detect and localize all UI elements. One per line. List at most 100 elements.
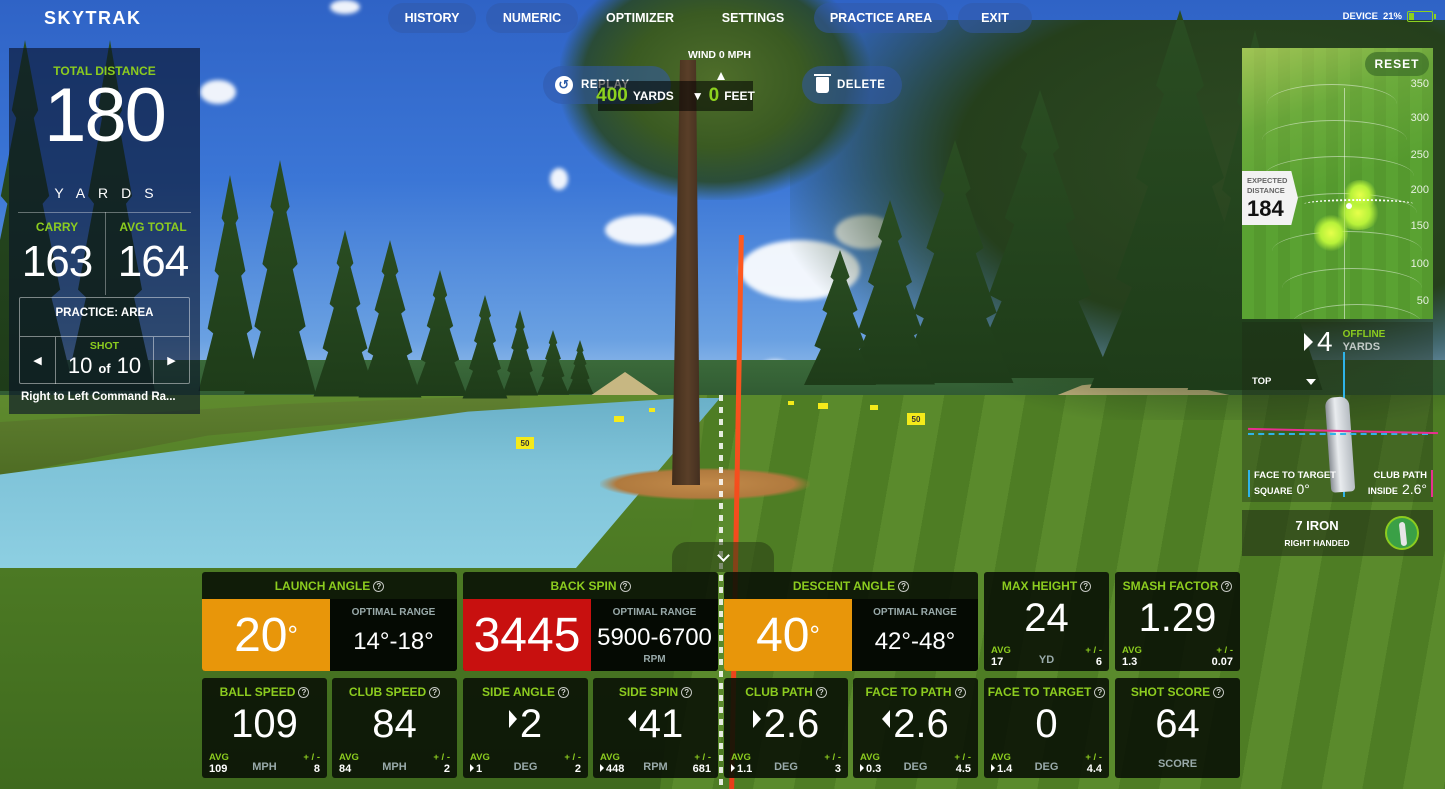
club-path-metric-label: CLUB PATH <box>745 685 813 699</box>
nav-practice-area-button[interactable]: PRACTICE AREA <box>814 3 948 33</box>
max-height-value: 24 <box>1024 596 1069 640</box>
replay-icon: ↺ <box>555 76 573 94</box>
help-icon[interactable]: ? <box>1080 581 1092 592</box>
caret-up-icon <box>717 72 725 80</box>
shot-navigator: ◀ SHOT 10 of 10 ▶ <box>20 336 189 384</box>
help-icon[interactable]: ? <box>373 581 385 592</box>
scale-tick: 300 <box>1410 112 1429 124</box>
nav-settings-button[interactable]: SETTINGS <box>702 3 804 33</box>
side-angle-card: SIDE ANGLE? 2 AVG 1 DEG + / - 2 <box>463 678 588 778</box>
side-spin-value: 41 <box>638 702 684 746</box>
nav-optimizer-button[interactable]: OPTIMIZER <box>588 3 692 33</box>
face-to-target-value: 0° <box>1296 481 1310 497</box>
view-dropdown[interactable]: TOP <box>1252 376 1316 387</box>
help-icon[interactable]: ? <box>1221 581 1233 592</box>
delete-button[interactable]: DELETE <box>802 66 902 104</box>
carry-label: CARRY <box>35 220 79 234</box>
launch-angle-card: LAUNCH ANGLE? 20 ° OPTIMAL RANGE 14°-18° <box>202 572 457 671</box>
plus-minus-label: + / - <box>824 752 841 763</box>
descent-angle-card: DESCENT ANGLE? 40 ° OPTIMAL RANGE 42°-48° <box>724 572 978 671</box>
help-icon[interactable]: ? <box>1213 687 1225 698</box>
elevation-value: 0 <box>708 85 720 106</box>
back-spin-label: BACK SPIN <box>550 579 617 593</box>
optimal-range-label: OPTIMAL RANGE <box>612 607 697 618</box>
nav-history-button[interactable]: HISTORY <box>388 3 476 33</box>
side-angle-label: SIDE ANGLE <box>482 685 555 699</box>
scale-tick: 200 <box>1410 184 1429 196</box>
scale-tick: 350 <box>1410 78 1429 90</box>
shot-score-label: SHOT SCORE <box>1130 685 1211 699</box>
smash-factor-avg: 1.3 <box>1122 656 1138 668</box>
help-icon[interactable]: ? <box>898 581 910 592</box>
wind-readout: WIND 0 MPH <box>688 49 751 61</box>
device-status: DEVICE 21% <box>1342 11 1436 22</box>
carry-stat: CARRY 163 <box>9 220 105 284</box>
descent-angle-label: DESCENT ANGLE <box>792 579 896 593</box>
club-selector[interactable]: 7 IRON RIGHT HANDED <box>1242 510 1433 556</box>
club-path-metric-value: 2.6 <box>763 702 820 746</box>
dispersion-map: 350 300 250 200 150 100 50 EXPECTED DIST… <box>1242 48 1433 319</box>
help-icon[interactable]: ? <box>1094 687 1106 698</box>
offline-value: 4 <box>1317 326 1333 357</box>
optimal-range-label: OPTIMAL RANGE <box>351 607 436 618</box>
face-to-target-desc: SQUARE <box>1254 486 1293 496</box>
caret-right-icon: ▶ <box>167 355 176 367</box>
practice-mode-title[interactable]: PRACTICE: AREA <box>20 307 189 319</box>
device-label: DEVICE <box>1342 11 1378 22</box>
help-icon[interactable]: ? <box>557 687 569 698</box>
face-to-path-card: FACE TO PATH? 2.6 AVG 0.3 DEG + / - 4.5 <box>853 678 978 778</box>
distance-arc <box>1262 120 1407 160</box>
avg-total-value: 164 <box>117 237 189 286</box>
shot-score-card: SHOT SCORE? 64 SCORE <box>1115 678 1240 778</box>
degree-symbol: ° <box>287 619 298 650</box>
scale-tick: 250 <box>1410 149 1429 161</box>
avg-total-label: AVG TOTAL <box>119 220 187 234</box>
shot-total: 10 <box>116 353 142 378</box>
ball-speed-value: 109 <box>231 702 298 746</box>
club-path-label: CLUB PATH <box>1373 470 1427 481</box>
battery-icon <box>1407 11 1436 22</box>
face-to-target-label: FACE TO TARGET <box>1254 470 1336 481</box>
carry-value: 163 <box>21 237 93 286</box>
help-icon[interactable]: ? <box>298 687 310 698</box>
club-speed-variance: 2 <box>443 763 450 775</box>
collapse-metrics-button[interactable] <box>672 542 774 572</box>
tree-mulch-bed <box>600 468 810 500</box>
nav-exit-button[interactable]: EXIT <box>958 3 1032 33</box>
plus-minus-label: + / - <box>564 752 581 763</box>
help-icon[interactable]: ? <box>619 581 631 592</box>
yardage-flag: 50 <box>907 413 925 425</box>
target-settings[interactable]: 400 YARDS ▼ 0 FEET <box>596 81 755 111</box>
max-height-label: MAX HEIGHT <box>1001 579 1078 593</box>
plus-minus-label: + / - <box>433 752 450 763</box>
launch-angle-value-box: 20 ° <box>202 599 330 671</box>
face-to-target-variance: 4.4 <box>1086 763 1102 775</box>
target-line <box>719 395 723 789</box>
help-icon[interactable]: ? <box>429 687 441 698</box>
trash-icon <box>814 74 831 93</box>
launch-angle-optimal: OPTIMAL RANGE 14°-18° <box>330 599 457 671</box>
last-shot-marker <box>1346 203 1352 209</box>
target-distance-unit: YARDS <box>632 89 674 103</box>
distance-label: DISTANCE <box>1247 185 1285 195</box>
club-path-readout: CLUB PATH INSIDE 2.6° <box>1368 470 1433 497</box>
side-angle-value: 2 <box>519 702 543 746</box>
yardage-flag <box>649 408 655 412</box>
expected-label: EXPECTED <box>1247 176 1288 185</box>
nav-numeric-button[interactable]: NUMERIC <box>486 3 578 33</box>
club-face-panel: 4 OFFLINE YARDS TOP FACE TO TARGET SQUAR… <box>1242 322 1438 502</box>
skytrak-logo: SKYTRAK <box>44 8 142 28</box>
face-to-path-value: 2.6 <box>893 702 949 746</box>
handedness: RIGHT HANDED <box>1284 538 1350 548</box>
help-icon[interactable]: ? <box>815 687 827 698</box>
optimal-range-value: 14°-18° <box>353 628 434 655</box>
optimal-range-label: OPTIMAL RANGE <box>873 607 957 618</box>
club-name: 7 IRON <box>1295 518 1339 533</box>
help-icon[interactable]: ? <box>954 687 966 698</box>
cloud <box>200 80 236 104</box>
battery-percent: 21% <box>1382 11 1402 22</box>
next-shot-button[interactable]: ▶ <box>153 337 189 384</box>
help-icon[interactable]: ? <box>681 687 693 698</box>
plus-minus-label: + / - <box>1216 645 1233 656</box>
reset-button[interactable]: RESET <box>1365 52 1429 76</box>
